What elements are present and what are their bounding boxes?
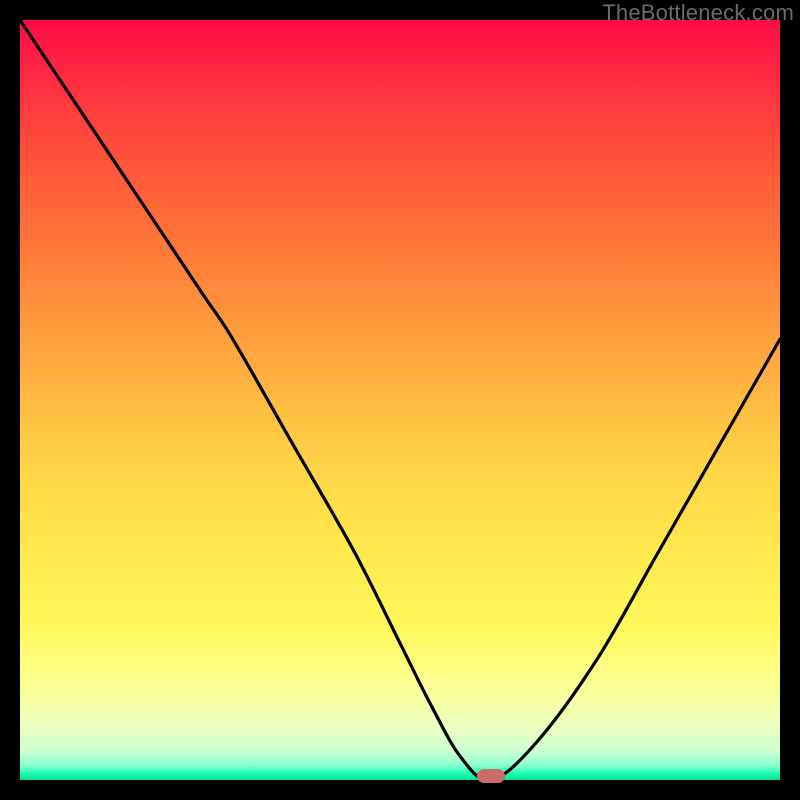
curve-path: [20, 20, 780, 780]
watermark-text: TheBottleneck.com: [602, 0, 794, 26]
bottleneck-curve: [20, 20, 780, 780]
plot-area: [20, 20, 780, 780]
optimum-marker: [477, 769, 505, 783]
chart-frame: TheBottleneck.com: [0, 0, 800, 800]
